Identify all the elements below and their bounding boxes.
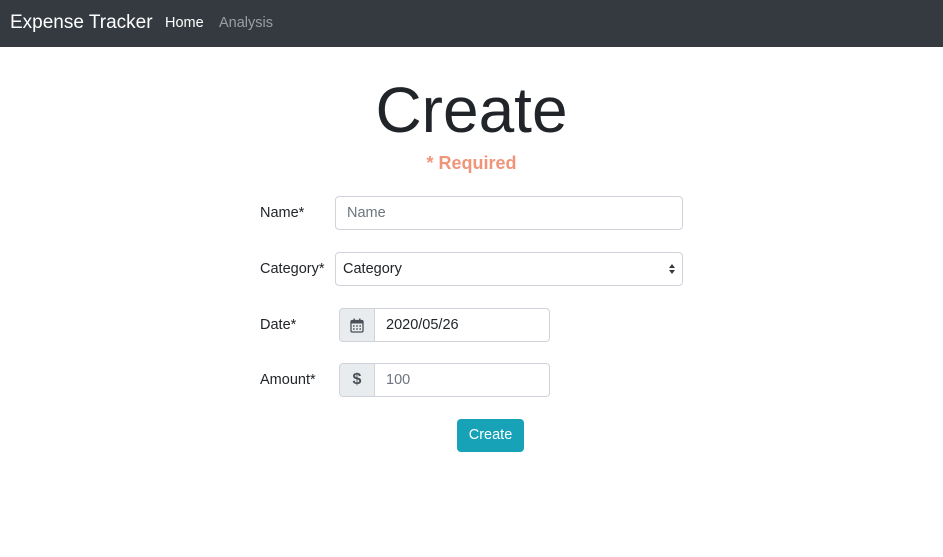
category-selected-value: Category	[343, 261, 402, 277]
amount-label: Amount*	[260, 372, 316, 388]
name-input[interactable]: Name	[335, 196, 683, 230]
category-select[interactable]: Category	[335, 252, 683, 286]
amount-placeholder: 100	[386, 372, 411, 388]
navbar: Expense Tracker Home Analysis	[0, 0, 943, 47]
dollar-addon: $	[339, 363, 375, 397]
date-label: Date*	[260, 317, 297, 333]
name-placeholder: Name	[347, 205, 386, 221]
nav-link-analysis[interactable]: Analysis	[219, 15, 273, 32]
select-arrows-icon	[669, 264, 675, 274]
page-title: Create	[375, 74, 568, 146]
create-button[interactable]: Create	[457, 419, 524, 452]
calendar-icon	[350, 318, 364, 333]
calendar-addon	[339, 308, 375, 342]
date-input[interactable]: 2020/05/26	[375, 308, 550, 342]
required-note: * Required	[426, 153, 517, 173]
dollar-icon: $	[352, 371, 362, 388]
brand-logo-text[interactable]: Expense Tracker	[10, 12, 153, 34]
name-label: Name*	[260, 205, 305, 221]
nav-link-home[interactable]: Home	[165, 15, 204, 32]
category-label: Category*	[260, 261, 325, 277]
date-value: 2020/05/26	[386, 317, 459, 333]
amount-input[interactable]: 100	[375, 363, 550, 397]
